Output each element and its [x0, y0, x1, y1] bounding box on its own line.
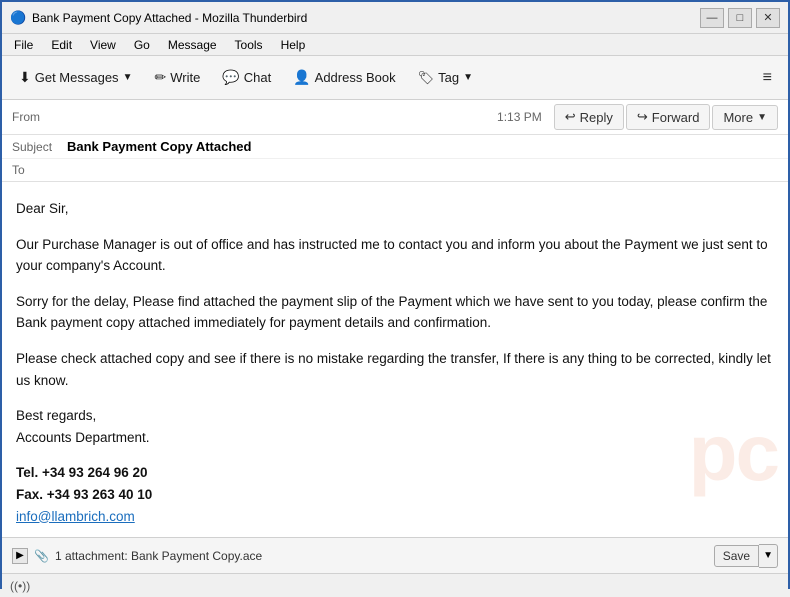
more-button[interactable]: More ▼ [712, 105, 778, 130]
from-label: From [12, 110, 40, 124]
get-messages-button[interactable]: ⬇ Get Messages ▼ [10, 64, 141, 91]
maximize-button[interactable]: □ [728, 8, 752, 28]
tel-label: Tel. [16, 465, 38, 480]
address-book-button[interactable]: 👤 Address Book [284, 64, 404, 91]
attachment-bar: ▶ 📎 1 attachment: Bank Payment Copy.ace … [2, 537, 788, 573]
menu-file[interactable]: File [6, 36, 41, 54]
write-label: Write [170, 70, 200, 85]
forward-button[interactable]: ↪ Forward [626, 104, 711, 130]
wifi-icon: ((•)) [10, 579, 30, 593]
fax-value: +34 93 263 40 10 [47, 487, 152, 502]
address-book-icon: 👤 [293, 69, 310, 86]
email-body: pc Dear Sir, Our Purchase Manager is out… [2, 182, 788, 537]
toolbar: ⬇ Get Messages ▼ ✏ Write 💬 Chat 👤 Addres… [2, 56, 788, 100]
menu-edit[interactable]: Edit [43, 36, 80, 54]
chat-label: Chat [244, 70, 271, 85]
menu-bar: File Edit View Go Message Tools Help [2, 34, 788, 56]
tag-button[interactable]: 🏷 Tag ▼ [409, 65, 482, 91]
paragraph1: Our Purchase Manager is out of office an… [16, 234, 774, 277]
menu-go[interactable]: Go [126, 36, 158, 54]
closing-text: Best regards, [16, 408, 96, 423]
save-dropdown-button[interactable]: ▼ [759, 544, 778, 568]
expand-icon: ▶ [16, 550, 24, 561]
title-bar: 🔵 Bank Payment Copy Attached - Mozilla T… [2, 2, 788, 34]
tag-label: Tag [438, 70, 459, 85]
email-link[interactable]: info@llambrich.com [16, 509, 135, 524]
get-messages-icon: ⬇ [19, 69, 31, 86]
email-action-bar: From 1:13 PM ↩ Reply ↪ Forward More ▼ [2, 100, 788, 135]
email-time: 1:13 PM [497, 110, 542, 124]
chat-icon: 💬 [222, 69, 239, 86]
close-button[interactable]: ✕ [756, 8, 780, 28]
expand-attachment-button[interactable]: ▶ [12, 548, 28, 564]
dept-text: Accounts Department. [16, 430, 150, 445]
reply-label: Reply [580, 110, 613, 125]
minimize-button[interactable]: — [700, 8, 724, 28]
closing: Best regards, Accounts Department. [16, 405, 774, 448]
menu-view[interactable]: View [82, 36, 124, 54]
forward-icon: ↪ [637, 109, 648, 125]
write-icon: ✏ [154, 69, 166, 86]
menu-tools[interactable]: Tools [227, 36, 271, 54]
address-book-label: Address Book [315, 70, 396, 85]
fax-label: Fax. [16, 487, 43, 502]
paragraph2: Sorry for the delay, Please find attache… [16, 291, 774, 334]
window-title: Bank Payment Copy Attached - Mozilla Thu… [32, 11, 307, 25]
email-header: Subject Bank Payment Copy Attached To [2, 135, 788, 182]
reply-icon: ↩ [565, 109, 576, 125]
to-label: To [12, 163, 67, 177]
save-group: Save ▼ [714, 544, 778, 568]
forward-label: Forward [652, 110, 700, 125]
subject-label: Subject [12, 140, 67, 154]
write-button[interactable]: ✏ Write [145, 64, 209, 91]
paragraph3: Please check attached copy and see if th… [16, 348, 774, 391]
attachment-text: 1 attachment: Bank Payment Copy.ace [55, 549, 262, 563]
menu-help[interactable]: Help [273, 36, 314, 54]
more-label: More [723, 110, 753, 125]
tag-icon: 🏷 [418, 70, 435, 86]
more-dropdown-icon: ▼ [757, 112, 767, 123]
app-icon: 🔵 [10, 10, 26, 26]
window-controls: — □ ✕ [700, 8, 780, 28]
greeting: Dear Sir, [16, 198, 774, 220]
tag-dropdown-icon[interactable]: ▼ [463, 72, 473, 83]
subject-row: Subject Bank Payment Copy Attached [2, 135, 788, 159]
tel-value: +34 93 264 96 20 [42, 465, 147, 480]
menu-message[interactable]: Message [160, 36, 225, 54]
attachment-clip-icon: 📎 [34, 549, 49, 563]
chat-button[interactable]: 💬 Chat [213, 64, 280, 91]
get-messages-dropdown-icon[interactable]: ▼ [123, 72, 133, 83]
subject-value: Bank Payment Copy Attached [67, 139, 778, 154]
save-attachment-button[interactable]: Save [714, 545, 759, 567]
reply-button[interactable]: ↩ Reply [554, 104, 624, 130]
status-bar: ((•)) [2, 573, 788, 597]
contact-info: Tel. +34 93 264 96 20 Fax. +34 93 263 40… [16, 462, 774, 527]
hamburger-menu[interactable]: ≡ [755, 65, 780, 91]
to-row: To [2, 159, 788, 181]
get-messages-label: Get Messages [35, 70, 119, 85]
